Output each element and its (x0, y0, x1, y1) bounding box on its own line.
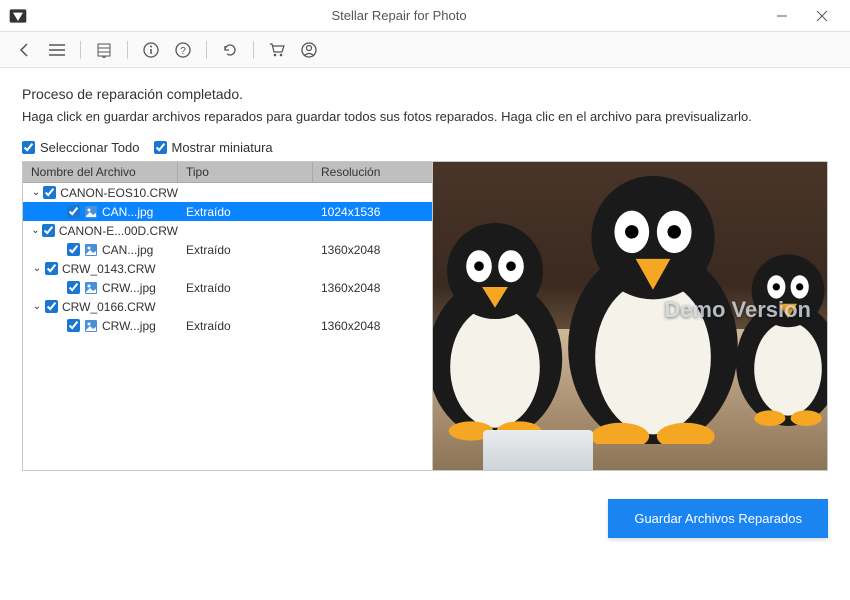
file-type: Extraído (178, 243, 313, 257)
tree-child-row[interactable]: CAN...jpg Extraído1360x2048 (23, 240, 432, 259)
row-checkbox[interactable] (67, 281, 80, 294)
file-name: CAN...jpg (102, 243, 153, 257)
file-resolution: 1360x2048 (313, 281, 432, 295)
column-type[interactable]: Tipo (178, 162, 313, 182)
separator (253, 41, 254, 59)
minimize-button[interactable] (762, 0, 802, 32)
titlebar: Stellar Repair for Photo (0, 0, 850, 32)
separator (80, 41, 81, 59)
row-checkbox[interactable] (67, 319, 80, 332)
cart-icon[interactable] (264, 37, 290, 63)
file-name: CRW...jpg (102, 319, 156, 333)
column-headers: Nombre del Archivo Tipo Resolución (23, 162, 432, 183)
content-area: Proceso de reparación completado. Haga c… (0, 68, 850, 483)
window-title: Stellar Repair for Photo (36, 8, 762, 23)
tree-child-row[interactable]: CAN...jpg Extraído1024x1536 (23, 202, 432, 221)
chevron-down-icon[interactable]: ⌄ (31, 225, 40, 236)
show-thumbnail-label: Mostrar miniatura (172, 140, 273, 155)
file-name: CRW...jpg (102, 281, 156, 295)
show-thumbnail-checkbox[interactable]: Mostrar miniatura (154, 140, 273, 155)
file-name: CRW_0166.CRW (62, 300, 156, 314)
preview-object (723, 240, 827, 430)
tree-parent-row[interactable]: ⌄ CRW_0166.CRW (23, 297, 432, 316)
file-type: Extraído (178, 281, 313, 295)
menu-icon[interactable] (44, 37, 70, 63)
preview-object (483, 430, 593, 470)
save-repaired-files-button[interactable]: Guardar Archivos Reparados (608, 499, 828, 538)
file-name: CRW_0143.CRW (62, 262, 156, 276)
row-checkbox[interactable] (45, 300, 58, 313)
preview-image: Demo Version (433, 162, 827, 470)
column-filename[interactable]: Nombre del Archivo (23, 162, 178, 182)
file-resolution: 1360x2048 (313, 243, 432, 257)
help-icon[interactable]: ? (170, 37, 196, 63)
app-icon (8, 6, 28, 26)
select-all-label: Seleccionar Todo (40, 140, 140, 155)
tree-parent-row[interactable]: ⌄ CANON-EOS10.CRW (23, 183, 432, 202)
select-all-checkbox[interactable]: Seleccionar Todo (22, 140, 140, 155)
column-resolution[interactable]: Resolución (313, 162, 432, 182)
page-heading: Proceso de reparación completado. (22, 86, 828, 102)
watermark-text: Demo Version (664, 297, 811, 323)
preview-panel: Demo Version (433, 162, 827, 470)
refresh-icon[interactable] (217, 37, 243, 63)
row-checkbox[interactable] (42, 224, 55, 237)
separator (127, 41, 128, 59)
user-icon[interactable] (296, 37, 322, 63)
info-icon[interactable] (138, 37, 164, 63)
image-file-icon (84, 281, 98, 295)
options-row: Seleccionar Todo Mostrar miniatura (22, 140, 828, 155)
select-all-input[interactable] (22, 141, 35, 154)
page-subheading: Haga click en guardar archivos reparados… (22, 108, 802, 126)
row-checkbox[interactable] (67, 243, 80, 256)
chevron-down-icon[interactable]: ⌄ (31, 263, 43, 274)
file-type: Extraído (178, 319, 313, 333)
separator (206, 41, 207, 59)
split-pane: Nombre del Archivo Tipo Resolución ⌄ CANO… (22, 161, 828, 471)
file-tree[interactable]: ⌄CANON-EOS10.CRWCAN...jpgExtraído1024x15… (23, 183, 432, 470)
row-checkbox[interactable] (67, 205, 80, 218)
image-file-icon (84, 205, 98, 219)
tree-child-row[interactable]: CRW...jpg Extraído1360x2048 (23, 278, 432, 297)
file-resolution: 1024x1536 (313, 205, 432, 219)
image-file-icon (84, 319, 98, 333)
image-file-icon (84, 243, 98, 257)
file-tree-panel: Nombre del Archivo Tipo Resolución ⌄ CANO… (23, 162, 433, 470)
row-checkbox[interactable] (45, 262, 58, 275)
file-name: CANON-E...00D.CRW (59, 224, 178, 238)
row-checkbox[interactable] (43, 186, 56, 199)
close-button[interactable] (802, 0, 842, 32)
tree-child-row[interactable]: CRW...jpg Extraído1360x2048 (23, 316, 432, 335)
file-name: CANON-EOS10.CRW (60, 186, 178, 200)
footer: Guardar Archivos Reparados (0, 483, 850, 554)
toolbar: ? (0, 32, 850, 68)
back-icon[interactable] (12, 37, 38, 63)
tree-parent-row[interactable]: ⌄ CRW_0143.CRW (23, 259, 432, 278)
file-type: Extraído (178, 205, 313, 219)
file-name: CAN...jpg (102, 205, 153, 219)
file-resolution: 1360x2048 (313, 319, 432, 333)
chevron-down-icon[interactable]: ⌄ (31, 301, 43, 312)
tree-parent-row[interactable]: ⌄ CANON-E...00D.CRW (23, 221, 432, 240)
show-thumbnail-input[interactable] (154, 141, 167, 154)
svg-text:?: ? (180, 46, 186, 57)
chevron-down-icon[interactable]: ⌄ (31, 187, 41, 198)
list-icon[interactable] (91, 37, 117, 63)
